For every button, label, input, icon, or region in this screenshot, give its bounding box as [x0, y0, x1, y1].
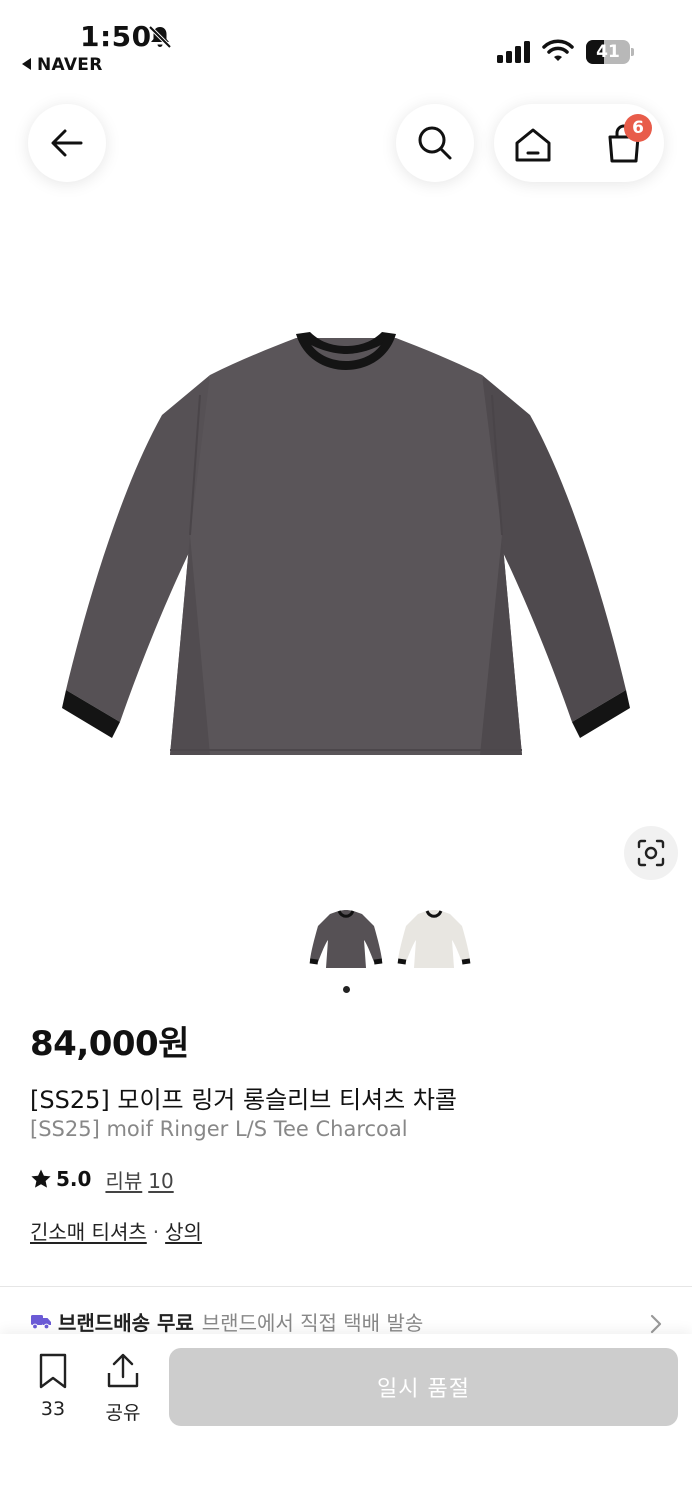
product-price: 84,000원: [30, 1024, 189, 1064]
back-to-app[interactable]: NAVER: [22, 55, 103, 75]
category-breadcrumb: 긴소매 티셔츠 · 상의: [30, 1220, 202, 1244]
shipping-info[interactable]: 브랜드배송 무료 브랜드에서 직접 택배 발송: [30, 1306, 423, 1336]
home-cart-group: 6: [494, 104, 664, 182]
bell-slash-icon: [148, 25, 172, 49]
home-icon: [515, 128, 551, 162]
cart-count-badge: 6: [624, 114, 652, 142]
shipping-desc: 브랜드에서 직접 택배 발송: [201, 1310, 424, 1335]
soldout-button[interactable]: 일시 품절: [169, 1348, 678, 1426]
product-title: [SS25] 모이프 링거 롱슬리브 티셔츠 차콜: [30, 1086, 457, 1114]
bookmark-count: 33: [40, 1398, 66, 1420]
cellular-signal-icon: [497, 41, 530, 63]
status-bar: 1:50 NAVER 41: [0, 0, 692, 80]
share-icon: [107, 1353, 139, 1388]
star-icon: [31, 1169, 51, 1188]
battery-indicator: 41: [586, 40, 634, 64]
category-link-long-sleeve[interactable]: 긴소매 티셔츠: [30, 1220, 147, 1244]
thumbnail-charcoal[interactable]: [308, 906, 384, 976]
home-button[interactable]: [508, 120, 558, 170]
wifi-icon: [542, 39, 574, 61]
back-button[interactable]: [28, 104, 106, 182]
product-image[interactable]: [50, 320, 642, 770]
shipping-lead: 브랜드배송 무료: [58, 1310, 194, 1335]
image-page-indicator: [343, 986, 350, 993]
battery-level: 41: [596, 42, 620, 62]
search-button[interactable]: [396, 104, 474, 182]
share-label: 공유: [105, 1402, 141, 1424]
status-time: 1:50: [80, 20, 152, 53]
rating-score: 5.0: [56, 1167, 92, 1191]
truck-icon: [31, 1315, 51, 1330]
share-button[interactable]: 공유: [100, 1352, 146, 1424]
category-link-tops[interactable]: 상의: [165, 1220, 202, 1244]
rating-row: 5.0 리뷰 10: [30, 1164, 174, 1194]
review-link[interactable]: 리뷰 10: [105, 1165, 173, 1194]
search-icon: [418, 126, 452, 160]
bottom-action-bar: 33 공유 일시 품절: [0, 1334, 692, 1500]
back-arrow-icon: [51, 129, 83, 157]
divider: [0, 1286, 692, 1287]
image-search-button[interactable]: [624, 826, 678, 880]
product-subtitle: [SS25] moif Ringer L/S Tee Charcoal: [30, 1117, 408, 1141]
bookmark-button[interactable]: 33: [30, 1352, 76, 1422]
chevron-right-icon[interactable]: [648, 1312, 664, 1336]
lens-icon: [637, 839, 665, 867]
shirt-body: [170, 338, 522, 755]
bookmark-icon: [39, 1353, 67, 1389]
back-triangle-icon: [22, 58, 31, 70]
thumbnail-ivory[interactable]: [396, 906, 472, 976]
